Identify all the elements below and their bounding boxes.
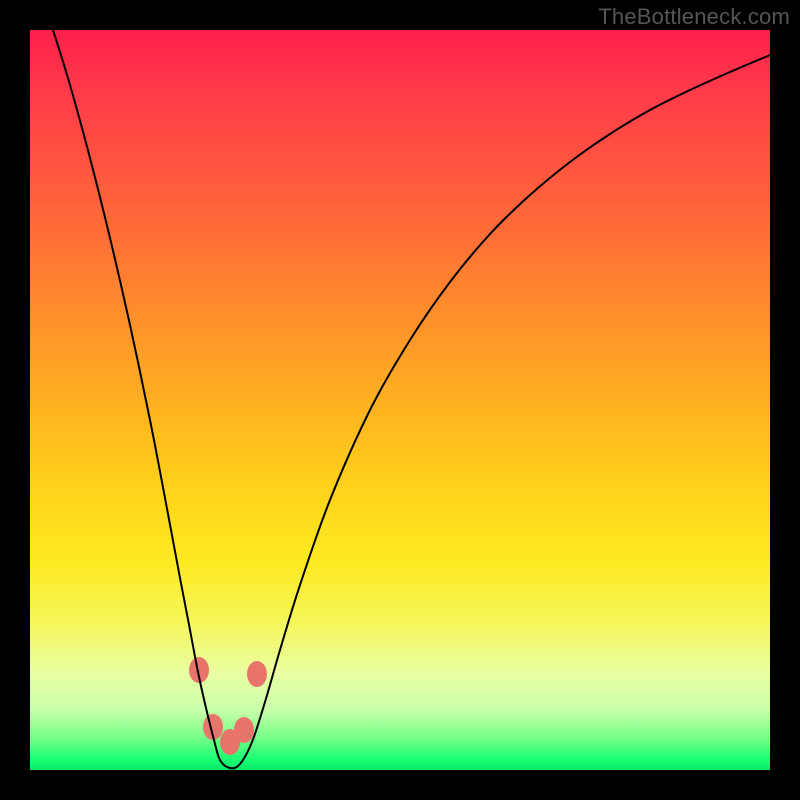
plot-area xyxy=(30,30,770,770)
bottleneck-curve xyxy=(53,30,770,768)
marker-dot xyxy=(234,717,254,743)
chart-frame: TheBottleneck.com xyxy=(0,0,800,800)
watermark-text: TheBottleneck.com xyxy=(598,4,790,30)
marker-dot xyxy=(247,661,267,687)
marker-group xyxy=(189,657,267,755)
curve-svg xyxy=(30,30,770,770)
